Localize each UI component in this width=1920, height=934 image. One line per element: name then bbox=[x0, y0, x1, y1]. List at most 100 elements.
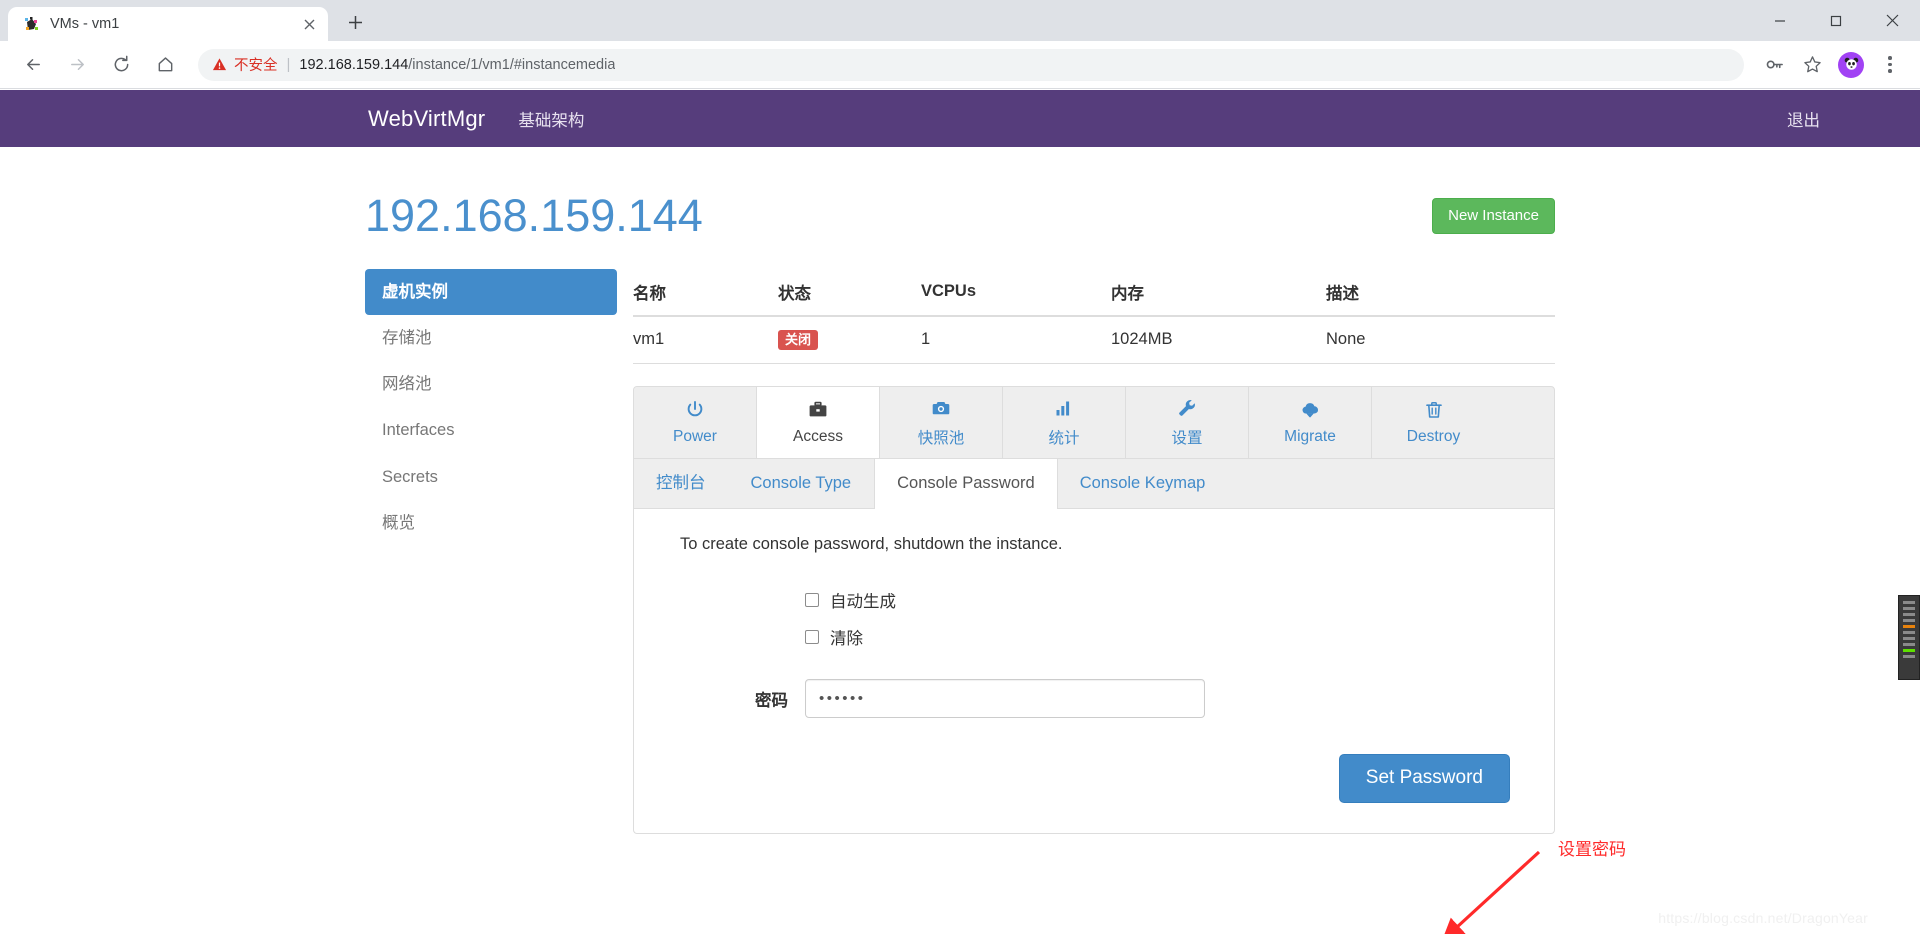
watermark: https://blog.csdn.net/DragonYear bbox=[1658, 910, 1868, 926]
tab-settings[interactable]: 设置 bbox=[1126, 386, 1249, 458]
url-host: 192.168.159.144 bbox=[299, 56, 409, 73]
sidebar-list: 虚机实例 存储池 网络池 Interfaces Secrets 概览 bbox=[365, 268, 617, 547]
home-icon[interactable] bbox=[146, 46, 184, 84]
cell-vcpus: 1 bbox=[921, 315, 1111, 364]
tab-statistics[interactable]: 统计 bbox=[1003, 386, 1126, 458]
table-row[interactable]: vm1 关闭 1 1024MB None bbox=[633, 315, 1555, 364]
sidebar-item-label[interactable]: Interfaces bbox=[365, 407, 617, 453]
subtab-console-keymap[interactable]: Console Keymap bbox=[1058, 459, 1229, 509]
logout-link[interactable]: 退出 bbox=[1787, 112, 1820, 130]
sidebar: 虚机实例 存储池 网络池 Interfaces Secrets 概览 bbox=[365, 268, 633, 835]
app-brand[interactable]: WebVirtMgr bbox=[368, 106, 485, 132]
minimap-mark bbox=[1903, 643, 1915, 646]
subtab-console-type[interactable]: Console Type bbox=[729, 459, 875, 509]
vm-table: 名称 状态 VCPUs 内存 描述 vm1 关闭 1 1024MB None bbox=[633, 268, 1555, 364]
page-container: 192.168.159.144 New Instance 虚机实例 存储池 网络… bbox=[365, 147, 1555, 835]
status-badge: 关闭 bbox=[778, 329, 819, 350]
navbar-right: 退出 bbox=[1787, 107, 1820, 131]
page-title: 192.168.159.144 bbox=[365, 190, 703, 241]
auto-generate-control[interactable]: 自动生成 bbox=[805, 588, 1528, 612]
th-description: 描述 bbox=[1326, 268, 1555, 317]
set-password-button[interactable]: Set Password bbox=[1338, 754, 1510, 804]
password-input[interactable]: •••••• bbox=[805, 679, 1205, 719]
auto-generate-label: 自动生成 bbox=[830, 593, 896, 612]
sidebar-item-label[interactable]: 存储池 bbox=[365, 315, 617, 361]
address-bar-url: 192.168.159.144/instance/1/vm1/#instance… bbox=[299, 57, 615, 73]
th-memory: 内存 bbox=[1111, 268, 1326, 317]
auto-generate-checkbox[interactable] bbox=[805, 593, 819, 608]
back-arrow-icon[interactable] bbox=[14, 46, 52, 84]
clear-label: 清除 bbox=[830, 630, 863, 649]
cell-memory: 1024MB bbox=[1111, 315, 1326, 364]
sidebar-item-secrets[interactable]: Secrets bbox=[365, 454, 617, 500]
key-icon[interactable] bbox=[1756, 47, 1792, 83]
browser-window: VMs - vm1 不安全 | 192.168.159.144/instance… bbox=[0, 0, 1920, 934]
table-header-row: 名称 状态 VCPUs 内存 描述 bbox=[633, 268, 1555, 317]
minimap-mark-orange bbox=[1903, 625, 1915, 628]
page-minimap-scrollbar[interactable] bbox=[1898, 595, 1920, 680]
minimap-mark bbox=[1903, 631, 1915, 634]
console-subtabs: 控制台 Console Type Console Password Consol… bbox=[634, 458, 1554, 510]
sidebar-item-label[interactable]: Secrets bbox=[365, 454, 617, 500]
sidebar-item-label[interactable]: 网络池 bbox=[365, 361, 617, 407]
password-label: 密码 bbox=[755, 691, 788, 710]
sidebar-item-instances[interactable]: 虚机实例 bbox=[365, 268, 617, 315]
form-lead-text: To create console password, shutdown the… bbox=[680, 535, 1063, 554]
warning-triangle-icon bbox=[212, 57, 227, 72]
star-icon[interactable] bbox=[1794, 47, 1830, 83]
three-dots-icon[interactable] bbox=[1872, 47, 1908, 83]
nav-item-infrastructure[interactable]: 基础架构 bbox=[518, 107, 584, 131]
close-icon[interactable] bbox=[1864, 0, 1920, 41]
th-name: 名称 bbox=[633, 268, 778, 317]
new-tab-button[interactable] bbox=[338, 5, 372, 39]
annotation-label: 设置密码 bbox=[1558, 840, 1626, 859]
new-instance-button[interactable]: New Instance bbox=[1432, 197, 1555, 234]
sidebar-item-network[interactable]: 网络池 bbox=[365, 361, 617, 407]
subtab-console[interactable]: 控制台 bbox=[634, 459, 729, 509]
vm-table-body: vm1 关闭 1 1024MB None bbox=[633, 315, 1555, 364]
close-icon[interactable] bbox=[298, 13, 320, 35]
minimize-icon[interactable] bbox=[1752, 0, 1808, 41]
clear-control[interactable]: 清除 bbox=[805, 625, 1528, 649]
wrench-icon bbox=[1177, 397, 1197, 419]
reload-icon[interactable] bbox=[102, 46, 140, 84]
tab-strip: VMs - vm1 bbox=[0, 0, 1920, 41]
forward-arrow-icon[interactable] bbox=[58, 46, 96, 84]
vm-favicon bbox=[22, 15, 40, 33]
page-header: 192.168.159.144 New Instance bbox=[365, 147, 1555, 263]
address-bar[interactable]: 不安全 | 192.168.159.144/instance/1/vm1/#in… bbox=[198, 48, 1744, 81]
bar-chart-icon bbox=[1054, 397, 1074, 419]
tab-label: 设置 bbox=[1171, 429, 1203, 447]
th-vcpus: VCPUs bbox=[921, 268, 1111, 317]
tab-snapshots[interactable]: 快照池 bbox=[880, 386, 1003, 458]
minimap-mark bbox=[1903, 619, 1915, 622]
console-password-form: To create console password, shutdown the… bbox=[634, 509, 1554, 833]
tab-label: Access bbox=[793, 427, 843, 445]
subtab-console-password[interactable]: Console Password bbox=[874, 458, 1058, 510]
browser-tab[interactable]: VMs - vm1 bbox=[8, 7, 328, 41]
window-controls bbox=[1752, 0, 1920, 41]
sidebar-item-label[interactable]: 虚机实例 bbox=[365, 268, 617, 315]
omnibox-separator: | bbox=[286, 56, 291, 73]
camera-icon bbox=[931, 397, 951, 419]
panda-avatar[interactable] bbox=[1838, 51, 1864, 78]
briefcase-icon bbox=[808, 399, 828, 421]
tab-power[interactable]: Power bbox=[634, 386, 757, 458]
sidebar-item-overview[interactable]: 概览 bbox=[365, 500, 617, 546]
tab-label: 统计 bbox=[1048, 429, 1080, 447]
sidebar-item-storage[interactable]: 存储池 bbox=[365, 315, 617, 361]
tab-migrate[interactable]: Migrate bbox=[1249, 386, 1372, 458]
content-column: 名称 状态 VCPUs 内存 描述 vm1 关闭 1 1024MB None P… bbox=[633, 268, 1555, 835]
url-path: /instance/1/vm1/#instancemedia bbox=[408, 56, 616, 73]
maximize-icon[interactable] bbox=[1808, 0, 1864, 41]
main-row: 虚机实例 存储池 网络池 Interfaces Secrets 概览 名称 状态… bbox=[365, 263, 1555, 835]
tab-destroy[interactable]: Destroy bbox=[1372, 386, 1495, 458]
clear-checkbox[interactable] bbox=[805, 630, 819, 645]
password-control: •••••• bbox=[805, 679, 1528, 719]
cell-name[interactable]: vm1 bbox=[633, 315, 778, 364]
instance-tabbar: Power Access 快照池 统计 设置 Migrate Destroy bbox=[633, 385, 1555, 459]
cloud-download-icon bbox=[1300, 399, 1320, 421]
sidebar-item-interfaces[interactable]: Interfaces bbox=[365, 407, 617, 453]
tab-access[interactable]: Access bbox=[757, 386, 880, 458]
sidebar-item-label[interactable]: 概览 bbox=[365, 500, 617, 546]
